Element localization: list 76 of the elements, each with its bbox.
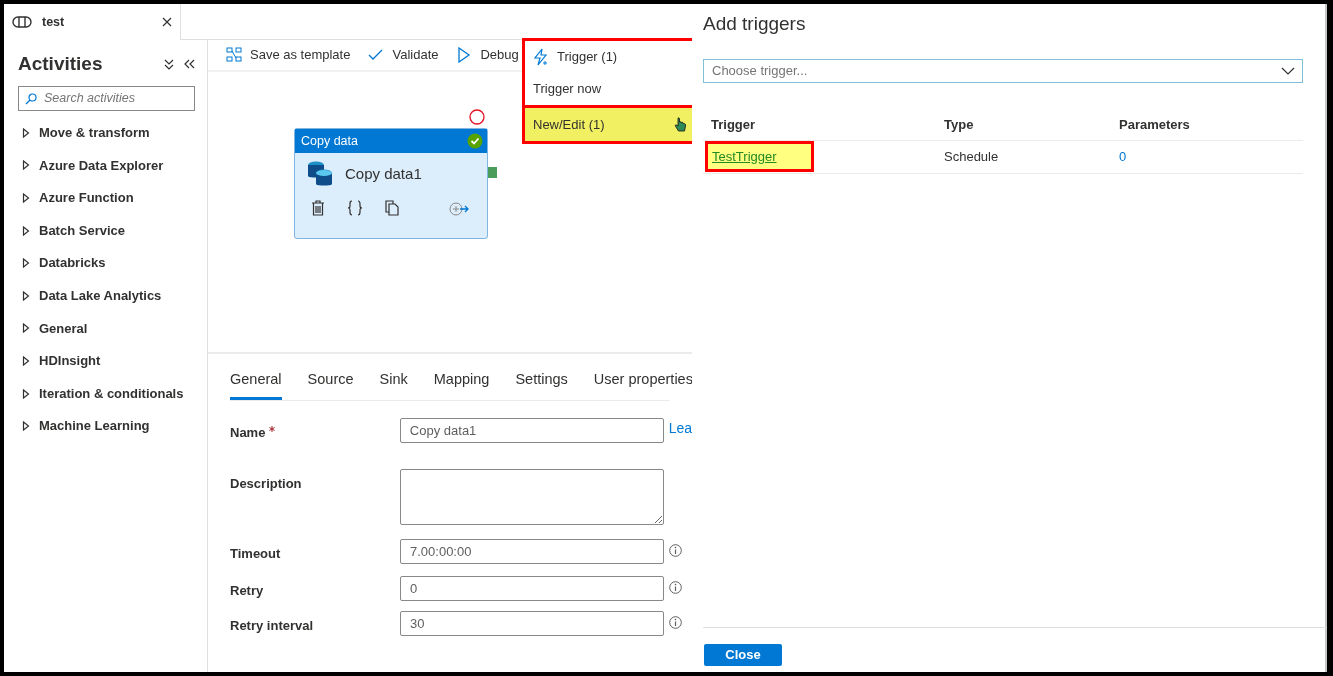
activity-name: Copy data1 [345, 163, 422, 184]
close-button[interactable]: Close [704, 644, 782, 666]
field-label: Description [230, 474, 303, 493]
sidebar-item[interactable]: General [18, 312, 195, 345]
database-icon [307, 160, 333, 188]
close-icon[interactable] [162, 17, 172, 27]
activity-node[interactable]: Copy data Copy data1 [294, 128, 488, 239]
sidebar-item[interactable]: Machine Learning [18, 409, 195, 443]
menu-item[interactable]: New/Edit (1) [525, 105, 692, 141]
triangle-icon [22, 127, 30, 138]
triangle-icon [22, 258, 30, 269]
document-tab[interactable]: test [4, 4, 181, 40]
text-field[interactable]: 30 [400, 610, 664, 636]
panel-title: Add triggers [703, 12, 807, 36]
hand-cursor-icon [674, 116, 686, 133]
sidebar-item[interactable]: Databricks [18, 246, 195, 280]
info-icon[interactable] [669, 580, 682, 594]
pipeline-icon [12, 15, 32, 29]
sidebar-item[interactable]: Iteration & conditionals [18, 377, 195, 410]
collapse-panel-icon[interactable] [184, 59, 195, 70]
chevron-down-icon [1281, 66, 1295, 75]
column-header: Trigger [711, 115, 757, 134]
info-icon[interactable] [669, 543, 682, 557]
collapse-all-icon[interactable] [164, 58, 174, 70]
trigger-dropdown[interactable]: Choose trigger... [703, 58, 1303, 83]
triangle-icon [22, 323, 30, 334]
text-field[interactable]: 7.00:00:00 [400, 538, 664, 564]
sidebar-item[interactable]: Azure Data Explorer [18, 149, 195, 182]
toolbar-button[interactable]: Save as template [226, 45, 351, 65]
sidebar-item[interactable]: Batch Service [18, 214, 195, 247]
triangle-icon [22, 421, 30, 432]
sidebar-item[interactable]: HDInsight [18, 344, 195, 378]
parameters-link[interactable]: 0 [1119, 146, 1127, 167]
menu-item[interactable]: Trigger now [525, 73, 692, 105]
column-header: Type [944, 115, 975, 134]
tab[interactable]: General [230, 365, 282, 400]
tab[interactable]: Settings [515, 365, 568, 400]
field-label: Retry interval [230, 616, 315, 635]
lightning-icon [533, 48, 549, 66]
code-icon[interactable] [347, 199, 363, 216]
toolbar-button[interactable]: Debug [456, 45, 519, 65]
template-icon [226, 47, 242, 63]
triangle-icon [22, 355, 30, 366]
search-field[interactable]: Search activities [18, 85, 195, 111]
triangle-icon [22, 290, 30, 301]
field-label: Name [230, 417, 400, 443]
toolbar-button[interactable]: Validate [368, 45, 439, 65]
trigger-link[interactable]: TestTrigger [705, 140, 814, 173]
sidebar-item[interactable]: Azure Function [18, 181, 195, 215]
add-output-icon[interactable] [449, 201, 469, 216]
description-field[interactable] [400, 468, 664, 525]
sidebar-item[interactable]: Move & transform [18, 116, 195, 150]
triangle-icon [22, 388, 30, 399]
trash-icon[interactable] [311, 199, 325, 216]
field-label: Timeout [230, 544, 282, 563]
triangle-icon [22, 193, 30, 203]
triangle-icon [22, 225, 30, 236]
tab[interactable]: User properties [593, 365, 692, 400]
tab[interactable]: Mapping [433, 365, 490, 400]
tab[interactable]: Source [307, 365, 354, 400]
sidebar-item[interactable]: Data Lake Analytics [18, 279, 195, 313]
copy-icon[interactable] [385, 199, 400, 216]
status-circle [469, 109, 485, 125]
info-icon[interactable] [669, 615, 682, 629]
trigger-button[interactable]: Trigger (1) [525, 41, 692, 73]
column-header: Parameters [1119, 115, 1191, 134]
text-field[interactable]: 0 [400, 575, 664, 601]
table-cell-text: Schedule [944, 147, 1000, 166]
activity-type: Copy data [301, 132, 358, 150]
text-field[interactable]: Copy data1 [399, 417, 664, 443]
tab-title: test [42, 13, 66, 31]
sidebar-title: Activities [18, 52, 104, 76]
triangle-icon [22, 160, 30, 171]
tab[interactable]: Sink [379, 365, 408, 400]
field-label: Retry [230, 581, 265, 600]
learn-more-link[interactable]: Lea [668, 417, 692, 439]
